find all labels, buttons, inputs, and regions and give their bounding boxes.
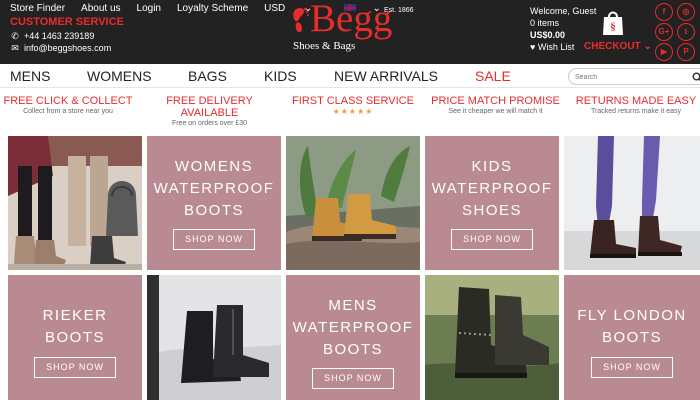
tile-mens-waterproof-boots[interactable]: MENS WATERPROOF BOOTS SHOP NOW (286, 275, 420, 400)
google-plus-icon[interactable]: G+ (655, 23, 673, 41)
tile-heading-line: WATERPROOF (292, 319, 414, 336)
tile-heading-line: KIDS (471, 158, 513, 175)
product-photo-mens-boots[interactable] (286, 136, 420, 270)
shop-now-button[interactable]: SHOP NOW (451, 229, 533, 250)
star-rating-icon: ★★★★★ (332, 107, 374, 116)
usp-subtitle: Collect from a store near you (23, 108, 113, 115)
footprint-logo-icon (293, 7, 309, 33)
loyalty-scheme-link[interactable]: Loyalty Scheme (177, 3, 248, 15)
shop-now-button[interactable]: SHOP NOW (312, 368, 394, 389)
page: Store Finder About us Login Loyalty Sche… (0, 0, 700, 400)
search-icon[interactable] (692, 72, 700, 83)
email-contact[interactable]: ✉ info@beggshoes.com (10, 43, 111, 54)
search-box (568, 68, 700, 85)
usp-title: RETURNS MADE EASY (575, 95, 697, 107)
phone-number: +44 1463 239189 (24, 31, 95, 41)
product-photo-fly-london[interactable] (564, 136, 700, 270)
nav-mens[interactable]: MENS (10, 67, 50, 85)
product-photo-rieker[interactable] (147, 275, 281, 400)
tile-heading-line: MENS (328, 297, 378, 314)
tile-heading-line: FLY LONDON (577, 307, 687, 324)
customer-service-heading[interactable]: CUSTOMER SERVICE (10, 16, 124, 29)
nav-bags[interactable]: BAGS (188, 67, 227, 85)
usp-free-delivery[interactable]: FREE DELIVERY AVAILABLE Free on orders o… (152, 95, 267, 129)
cart-items-count: 0 items (530, 18, 560, 28)
purple-tights-boots-photo (564, 136, 700, 270)
shop-now-button[interactable]: SHOP NOW (173, 229, 255, 250)
search-input[interactable] (575, 71, 675, 83)
tile-heading-line: BOOTS (322, 341, 383, 358)
tile-fly-london-boots[interactable]: FLY LONDON BOOTS SHOP NOW (564, 275, 700, 400)
tile-heading-line: WATERPROOF (431, 180, 553, 197)
usp-returns[interactable]: RETURNS MADE EASY Tracked returns make i… (572, 95, 700, 117)
heart-icon: ♥ (530, 42, 536, 52)
nav-new-arrivals[interactable]: NEW ARRIVALS (334, 67, 438, 85)
tile-womens-waterproof-boots[interactable]: WOMENS WATERPROOF BOOTS SHOP NOW (147, 136, 281, 270)
logo-established: Est. 1866 (384, 7, 414, 14)
usp-subtitle: Tracked returns make it easy (591, 108, 681, 115)
product-photo-womens-boots[interactable] (8, 136, 142, 270)
about-us-link[interactable]: About us (81, 3, 120, 15)
tile-heading-line: SHOES (461, 202, 522, 219)
tile-heading-line: WATERPROOF (153, 180, 275, 197)
nav-sale[interactable]: SALE (475, 67, 511, 85)
tile-rieker-boots[interactable]: RIEKER BOOTS SHOP NOW (8, 275, 142, 400)
tile-heading-line: BOOTS (183, 202, 244, 219)
shopping-bag-icon[interactable]: § (602, 8, 624, 36)
checkout-label: CHECKOUT (584, 41, 641, 52)
phone-icon: ✆ (11, 31, 19, 41)
black-ankle-boots-photo (147, 275, 281, 400)
cart-total: US$0.00 (530, 30, 566, 40)
envelope-icon: ✉ (11, 43, 19, 53)
top-bar: Store Finder About us Login Loyalty Sche… (0, 0, 700, 64)
shop-now-button[interactable]: SHOP NOW (591, 357, 673, 378)
tile-heading-line: RIEKER (42, 307, 108, 324)
studded-boot-photo (425, 275, 559, 400)
youtube-icon[interactable]: ▶ (655, 43, 673, 61)
chevron-down-icon: ⌄ (643, 41, 652, 52)
usp-subtitle: Free on orders over £30 (171, 120, 248, 127)
logo-subtitle: Shoes & Bags (293, 40, 356, 52)
usp-subtitle: See it cheaper we will match it (448, 108, 543, 115)
tile-heading-line: WOMENS (174, 158, 254, 175)
tile-heading-line: BOOTS (44, 329, 105, 346)
usp-click-collect[interactable]: FREE CLICK & COLLECT Collect from a stor… (3, 95, 133, 117)
currency-value: USD (264, 3, 286, 14)
tan-boots-photo (286, 136, 420, 270)
checkout-button[interactable]: CHECKOUT ⌄ (584, 41, 652, 53)
usp-title: FREE DELIVERY AVAILABLE (166, 95, 253, 119)
twitter-icon[interactable]: t (677, 23, 695, 41)
shop-now-button[interactable]: SHOP NOW (34, 357, 116, 378)
nav-womens[interactable]: WOMENS (87, 67, 152, 85)
usp-title: FIRST CLASS SERVICE (292, 95, 414, 107)
greeting-text[interactable]: Welcome, Guest (530, 6, 596, 17)
wishlist-label: Wish List (537, 42, 575, 52)
logo-wordmark: Begg (310, 0, 393, 40)
store-finder-link[interactable]: Store Finder (10, 3, 65, 15)
tile-heading-line: BOOTS (601, 329, 662, 346)
nav-kids[interactable]: KIDS (264, 67, 297, 85)
usp-title: PRICE MATCH PROMISE (431, 95, 560, 107)
instagram-icon[interactable]: ◎ (677, 3, 695, 21)
usp-price-match[interactable]: PRICE MATCH PROMISE See it cheaper we wi… (429, 95, 562, 117)
product-photo-kids-boots[interactable] (425, 275, 559, 400)
phone-contact[interactable]: ✆ +44 1463 239189 (10, 31, 94, 42)
womens-boots-photo (8, 136, 142, 270)
main-nav: MENS WOMENS BAGS KIDS NEW ARRIVALS SALE (0, 64, 700, 88)
login-link[interactable]: Login (137, 3, 161, 15)
svg-text:§: § (610, 21, 616, 33)
usp-first-class-service[interactable]: FIRST CLASS SERVICE ★★★★★ (287, 95, 419, 117)
site-logo[interactable]: Begg Est. 1866 Shoes & Bags (290, 0, 420, 61)
facebook-icon[interactable]: f (655, 3, 673, 21)
pinterest-icon[interactable]: P (677, 43, 695, 61)
usp-title: FREE CLICK & COLLECT (3, 95, 133, 107)
tile-kids-waterproof-shoes[interactable]: KIDS WATERPROOF SHOES SHOP NOW (425, 136, 559, 270)
email-address: info@beggshoes.com (24, 43, 112, 53)
